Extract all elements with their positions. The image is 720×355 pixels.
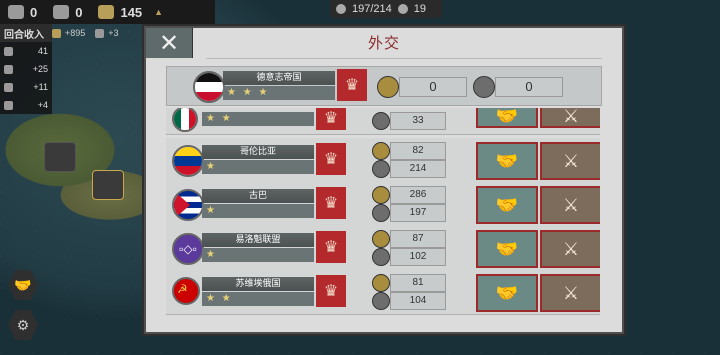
player-nation-row: 德意志帝国 ★ ★ ★ ♛ 0 0 [166, 66, 602, 106]
industry-value: 0 [495, 77, 563, 97]
turn-income-panel: 回合收入 41 +25 +11 +4 [0, 24, 52, 114]
nation-card: ★ ★ ♛ [172, 108, 346, 132]
gold-bars-icon [98, 5, 115, 19]
industry-icon [372, 292, 390, 310]
industry-icon [372, 204, 390, 222]
industry-value: 104 [390, 292, 446, 310]
chevron-up-icon[interactable]: ▲ [154, 7, 163, 17]
crown-icon: ♛ [316, 275, 346, 307]
nation-name: 德意志帝国 [223, 71, 335, 85]
army-unit[interactable] [92, 170, 124, 200]
alliance-button[interactable]: 🤝 [476, 142, 538, 180]
gold-value: 286 [390, 186, 446, 204]
declare-war-button[interactable]: ⚔ [540, 274, 600, 312]
industry-icon [372, 112, 390, 130]
population-icon [4, 46, 13, 56]
alliance-button[interactable]: 🤝 [476, 186, 538, 224]
flag-mexico [172, 108, 198, 132]
crown-icon: ♛ [316, 108, 346, 130]
nation-stars: ★ [202, 248, 314, 262]
gold-icon [372, 230, 390, 248]
gold-value: 82 [390, 142, 446, 160]
declare-war-button[interactable]: ⚔ [540, 108, 600, 128]
declare-war-button[interactable]: ⚔ [540, 186, 600, 224]
resource-2: 0 [45, 5, 90, 20]
nation-stars: ★ ★ ★ [223, 86, 335, 100]
turn-income-title: 回合收入 [4, 29, 44, 41]
nation-stars: ★ ★ [202, 112, 314, 126]
industry-icon [372, 248, 390, 266]
gold-icon [377, 76, 399, 98]
nation-name: 易洛魁联盟 [202, 233, 314, 247]
gold-value: 87 [390, 230, 446, 248]
nation-card: ☭ 苏维埃俄国 ★ ★ ♛ [172, 275, 346, 309]
title-divider [206, 58, 602, 59]
gold-icon [372, 274, 390, 292]
nation-row: ☭ 苏维埃俄国 ★ ★ ♛ 81 104 🤝 ⚔ [166, 270, 600, 315]
general-icon [397, 4, 408, 14]
industry-icon [53, 5, 70, 19]
crown-icon: ♛ [316, 187, 346, 219]
industry-value: 214 [390, 160, 446, 178]
industry-icon [95, 28, 105, 38]
top-center-stats: 197/214 19 [330, 0, 442, 18]
nation-card: 德意志帝国 ★ ★ ★ ♛ [193, 69, 367, 103]
nation-stars: ★ [202, 160, 314, 174]
army-unit[interactable] [44, 142, 76, 172]
crown-icon: ♛ [316, 143, 346, 175]
nation-row: 哥伦比亚 ★ ♛ 82 214 🤝 ⚔ [166, 138, 600, 183]
gold-bars-icon [52, 28, 61, 38]
flag-german-empire [193, 71, 225, 103]
nation-card: ▫◇▫ 易洛魁联盟 ★ ♛ [172, 231, 346, 265]
coin-icon [4, 64, 13, 74]
flag-iroquois: ▫◇▫ [172, 233, 204, 265]
alliance-button[interactable]: 🤝 [476, 274, 538, 312]
industry-icon [372, 160, 390, 178]
resource-1: 0 [0, 5, 45, 20]
alliance-button[interactable]: 🤝 [476, 230, 538, 268]
nation-card: 哥伦比亚 ★ ♛ [172, 143, 346, 177]
gear-icon [4, 82, 13, 92]
flag-colombia [172, 145, 204, 177]
nation-name: 哥伦比亚 [202, 145, 314, 159]
city-icon [336, 4, 346, 14]
declare-war-button[interactable]: ⚔ [540, 142, 600, 180]
resource-bar: 0 0 145 ▲ [0, 0, 215, 24]
industry-value: 197 [390, 204, 446, 222]
industry-value: 33 [390, 112, 446, 130]
diplomacy-dialog: ✕ 外交 德意志帝国 ★ ★ ★ ♛ 0 0 ★ ★ ♛ 33 🤝 ⚔ 哥伦比亚… [144, 26, 624, 334]
nation-row: ▫◇▫ 易洛魁联盟 ★ ♛ 87 102 🤝 ⚔ [166, 226, 600, 271]
crown-icon: ♛ [316, 231, 346, 263]
nation-row: ★ ★ ♛ 33 🤝 ⚔ [166, 108, 600, 135]
resource-3: 145 [90, 5, 150, 20]
industry-icon [473, 76, 495, 98]
flag-soviet-russia: ☭ [172, 277, 200, 305]
coin-stack-icon [8, 5, 24, 19]
nation-stars: ★ [202, 204, 314, 218]
nation-row: 古巴 ★ ♛ 286 197 🤝 ⚔ [166, 182, 600, 227]
gold-icon [372, 186, 390, 204]
research-icon [4, 100, 13, 110]
nation-stars: ★ ★ [202, 292, 314, 306]
nation-name: 苏维埃俄国 [202, 277, 314, 291]
industry-value: 102 [390, 248, 446, 266]
crown-icon: ♛ [337, 69, 367, 101]
gold-icon [372, 142, 390, 160]
alliance-button[interactable]: 🤝 [476, 108, 538, 128]
flag-cuba [172, 189, 204, 221]
declare-war-button[interactable]: ⚔ [540, 230, 600, 268]
gold-value: 0 [399, 77, 467, 97]
gold-value: 81 [390, 274, 446, 292]
dialog-title: 外交 [367, 34, 400, 52]
nation-card: 古巴 ★ ♛ [172, 187, 346, 221]
nation-list[interactable]: ★ ★ ♛ 33 🤝 ⚔ 哥伦比亚 ★ ♛ 82 214 🤝 ⚔ 古巴 ★ ♛ … [166, 108, 600, 328]
nation-name: 古巴 [202, 189, 314, 203]
income-detail: +895 +3 [52, 24, 119, 42]
